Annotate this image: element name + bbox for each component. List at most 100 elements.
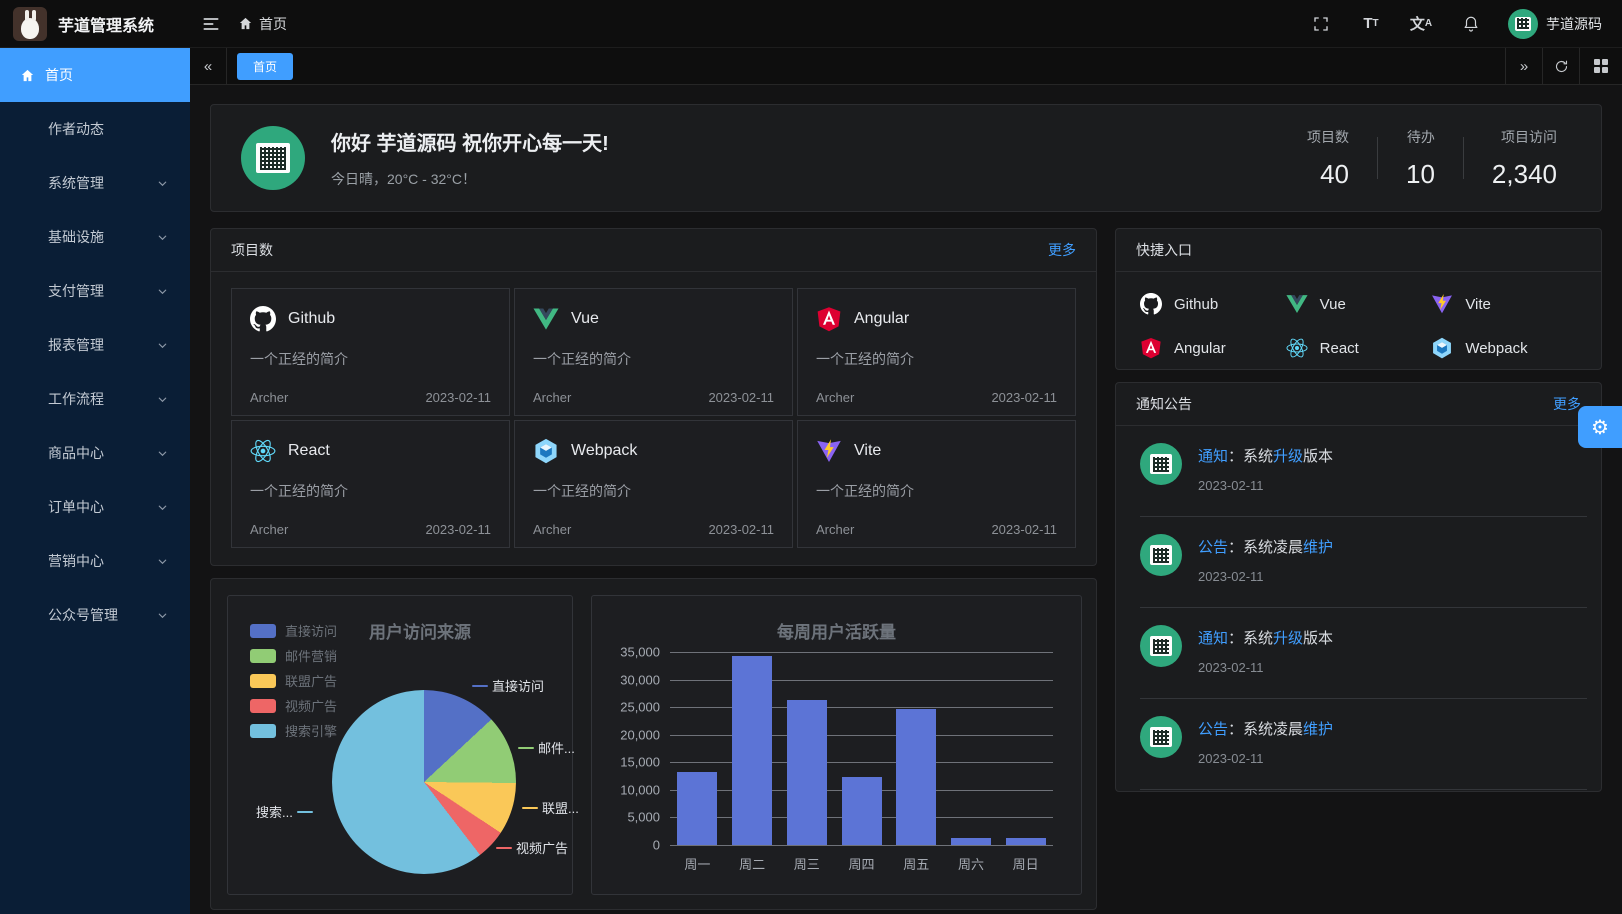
project-card-webpack[interactable]: Webpack一个正经的简介Archer2023-02-11: [514, 420, 793, 548]
shortcut-vite[interactable]: Vite: [1431, 284, 1577, 324]
sidebar-item-product-center[interactable]: 商品中心: [0, 426, 190, 480]
notification-bell-icon[interactable]: [1458, 11, 1484, 37]
sidebar-item-report-management[interactable]: 报表管理: [0, 318, 190, 372]
notice-avatar: [1140, 443, 1182, 485]
notices-header: 通知公告 更多: [1116, 383, 1601, 426]
breadcrumb[interactable]: 首页: [238, 14, 287, 34]
notice-title-segment: 通知: [1198, 448, 1228, 465]
legend-swatch: [250, 674, 276, 688]
bar-slot: [779, 652, 834, 845]
project-card-vite[interactable]: Vite一个正经的简介Archer2023-02-11: [797, 420, 1076, 548]
shortcut-webpack[interactable]: Webpack: [1431, 328, 1577, 368]
sidebar-item-system-management[interactable]: 系统管理: [0, 156, 190, 210]
sidebar-item-payment-management[interactable]: 支付管理: [0, 264, 190, 318]
tab-refresh-button[interactable]: [1542, 48, 1579, 84]
pie-chart: 用户访问来源 直接访问邮件营销联盟广告视频广告搜索引擎 直接访问邮件...联盟.…: [227, 595, 573, 895]
sidebar-item-author-news[interactable]: 作者动态: [0, 102, 190, 156]
font-size-icon[interactable]: TT: [1358, 11, 1384, 37]
notice-avatar: [1140, 716, 1182, 758]
x-axis-tick-label: 周四: [834, 854, 889, 873]
sidebar-item-order-center[interactable]: 订单中心: [0, 480, 190, 534]
shortcut-react[interactable]: React: [1286, 328, 1432, 368]
pie-legend-item[interactable]: 直接访问: [250, 618, 337, 643]
project-author: Archer: [250, 390, 288, 405]
notice-item[interactable]: 通知：系统升级版本2023-02-11: [1116, 426, 1601, 517]
user-avatar: [1508, 9, 1538, 39]
user-menu[interactable]: 芋道源码: [1508, 9, 1602, 39]
pie-legend-item[interactable]: 邮件营销: [250, 643, 337, 668]
sidebar-item-official-account[interactable]: 公众号管理: [0, 588, 190, 642]
notice-item[interactable]: 公告：系统凌晨维护2023-02-11: [1116, 699, 1601, 790]
project-author: Archer: [250, 522, 288, 537]
chevron-down-icon: [157, 610, 168, 621]
sidebar: 首页作者动态系统管理基础设施支付管理报表管理工作流程商品中心订单中心营销中心公众…: [0, 48, 190, 914]
pie-legend-item[interactable]: 搜索引擎: [250, 718, 337, 743]
pie-legend-item[interactable]: 视频广告: [250, 693, 337, 718]
notice-item[interactable]: 通知：系统升级版本2023-02-11: [1116, 608, 1601, 699]
tabs-collapse-left-button[interactable]: «: [190, 48, 227, 84]
sidebar-item-infrastructure[interactable]: 基础设施: [0, 210, 190, 264]
x-axis-tick-label: 周三: [779, 854, 834, 873]
projects-more-link[interactable]: 更多: [1048, 240, 1076, 260]
pie-slice-label: 视频广告: [496, 838, 568, 857]
tabbar: « 首页 »: [190, 48, 1622, 85]
bar-x-axis: 周一周二周三周四周五周六周日: [670, 854, 1053, 873]
project-name: Github: [288, 310, 335, 328]
x-axis-tick-label: 周五: [889, 854, 944, 873]
fullscreen-icon[interactable]: [1308, 11, 1334, 37]
react-icon: [250, 438, 276, 464]
tabbar-spacer: [293, 48, 1505, 84]
tab-actions-grid-button[interactable]: [1579, 48, 1622, 84]
bar-grid-line: [670, 845, 1053, 846]
pie-label-text: 搜索...: [256, 802, 293, 821]
project-footer: Archer2023-02-11: [250, 390, 491, 405]
sidebar-item-label: 营销中心: [48, 551, 104, 571]
project-date: 2023-02-11: [425, 522, 491, 537]
legend-swatch: [250, 724, 276, 738]
projects-card: 项目数 更多 Github一个正经的简介Archer2023-02-11Vue一…: [210, 228, 1097, 566]
tab-home[interactable]: 首页: [237, 53, 293, 80]
notice-item[interactable]: 公告：系统凌晨维护2023-02-11: [1116, 517, 1601, 608]
notice-date: 2023-02-11: [1198, 751, 1333, 766]
notice-body: 通知：系统升级版本2023-02-11: [1198, 623, 1333, 675]
shortcut-vue[interactable]: Vue: [1286, 284, 1432, 324]
sidebar-item-label: 支付管理: [48, 281, 104, 301]
charts-card: 用户访问来源 直接访问邮件营销联盟广告视频广告搜索引擎 直接访问邮件...联盟.…: [210, 578, 1097, 910]
welcome-greeting: 你好 芋道源码 祝你开心每一天!: [331, 127, 609, 156]
bar-slot: [670, 652, 725, 845]
stat-projects: 项目数 40: [1279, 127, 1377, 190]
app-title: 芋道管理系统: [58, 12, 154, 36]
welcome-avatar: [241, 126, 305, 190]
webpack-icon: [533, 438, 559, 464]
project-card-github[interactable]: Github一个正经的简介Archer2023-02-11: [231, 288, 510, 416]
app-logo[interactable]: 芋道管理系统: [0, 7, 190, 41]
sidebar-item-label: 系统管理: [48, 173, 104, 193]
project-date: 2023-02-11: [708, 522, 774, 537]
bar-周日: [1006, 838, 1046, 845]
tabs-arrow-right-button[interactable]: »: [1505, 48, 1542, 84]
project-card-angular[interactable]: Angular一个正经的简介Archer2023-02-11: [797, 288, 1076, 416]
notices-more-link[interactable]: 更多: [1553, 394, 1581, 414]
pie-legend-item[interactable]: 联盟广告: [250, 668, 337, 693]
project-card-react[interactable]: React一个正经的简介Archer2023-02-11: [231, 420, 510, 548]
sidebar-item-home[interactable]: 首页: [0, 48, 190, 102]
menu-fold-icon[interactable]: [196, 9, 226, 39]
shortcut-angular[interactable]: Angular: [1140, 328, 1286, 368]
shortcut-github[interactable]: Github: [1140, 284, 1286, 324]
sidebar-item-marketing-center[interactable]: 营销中心: [0, 534, 190, 588]
project-description: 一个正经的简介: [250, 481, 491, 501]
pie-legend: 直接访问邮件营销联盟广告视频广告搜索引擎: [250, 618, 337, 743]
project-date: 2023-02-11: [991, 390, 1057, 405]
sidebar-item-workflow[interactable]: 工作流程: [0, 372, 190, 426]
project-date: 2023-02-11: [708, 390, 774, 405]
notice-title-segment: 版本: [1303, 630, 1333, 647]
y-axis-tick-label: 35,000: [620, 645, 660, 660]
x-axis-tick-label: 周一: [670, 854, 725, 873]
chevron-down-icon: [157, 178, 168, 189]
language-icon[interactable]: 文A: [1408, 11, 1434, 37]
settings-gear-button[interactable]: ⚙: [1578, 406, 1622, 448]
project-card-vue[interactable]: Vue一个正经的简介Archer2023-02-11: [514, 288, 793, 416]
angular-icon: [1140, 337, 1162, 359]
bar-周五: [896, 709, 936, 845]
project-name: Angular: [854, 310, 909, 328]
